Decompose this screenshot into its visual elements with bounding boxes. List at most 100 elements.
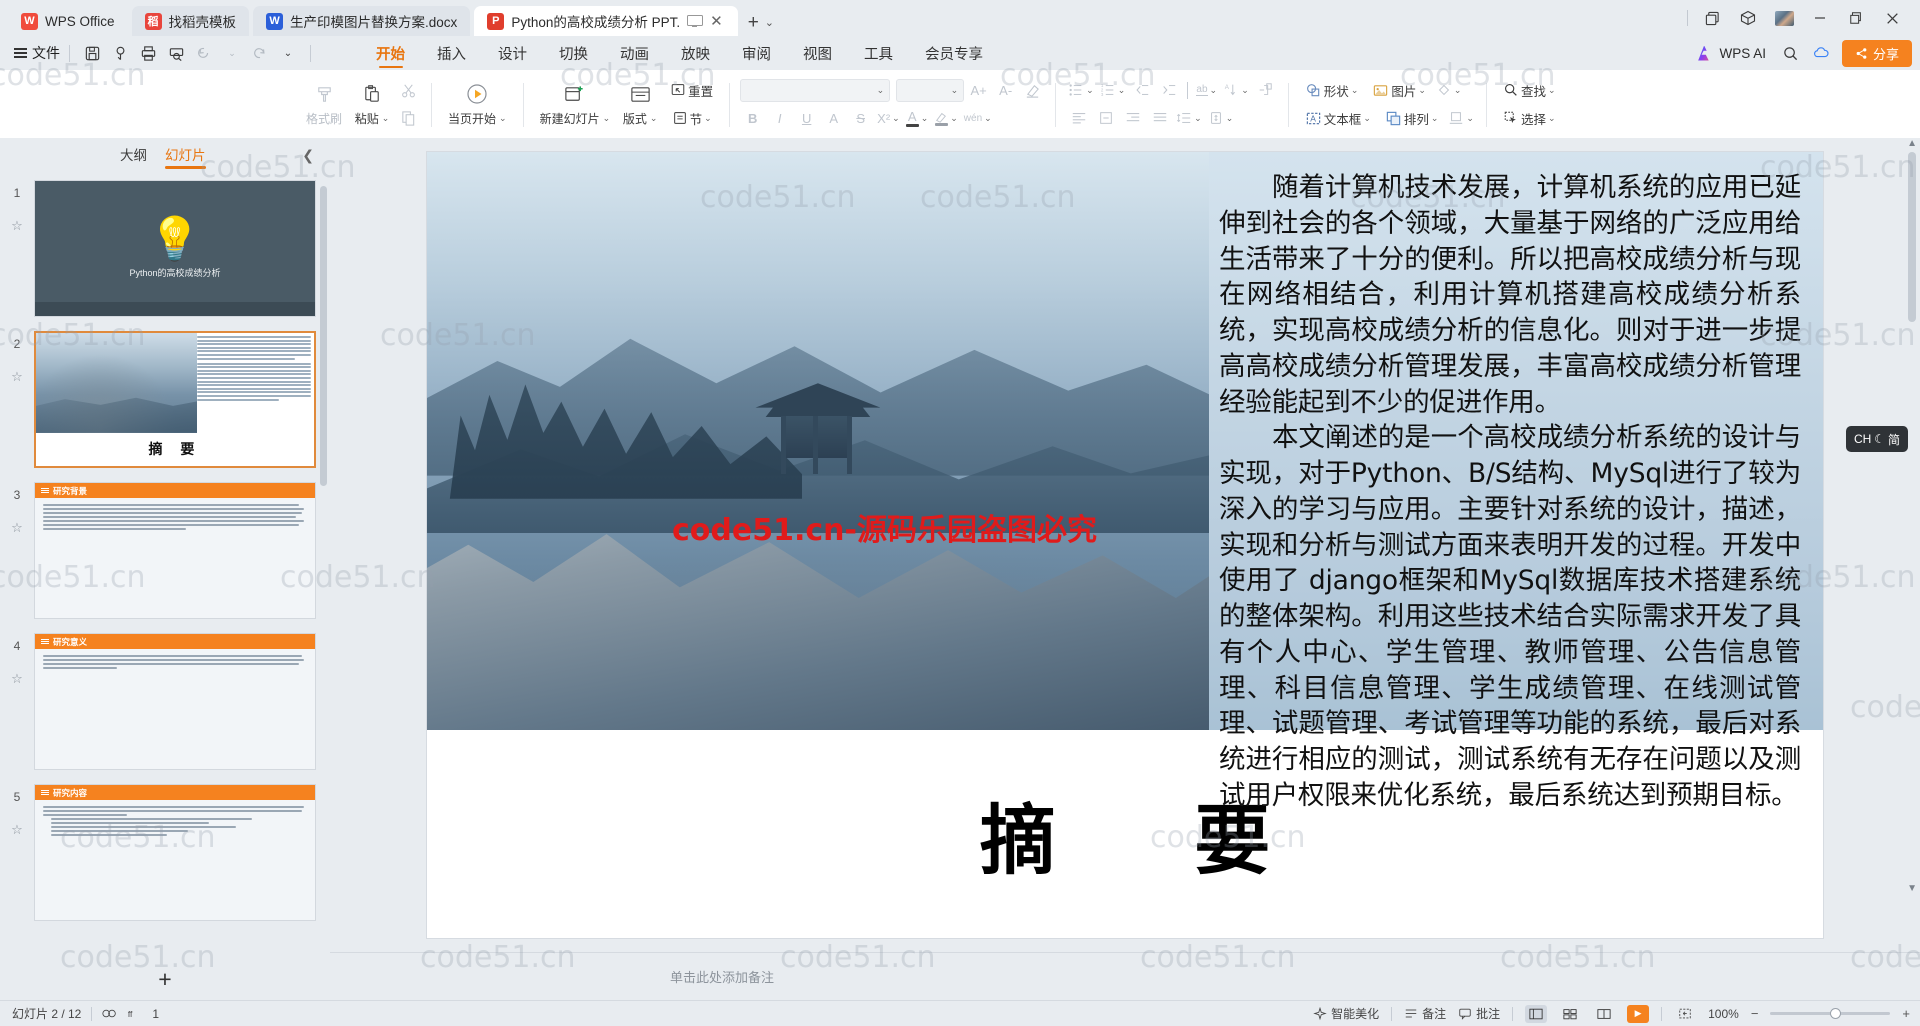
normal-view-icon[interactable] [1525, 1005, 1547, 1023]
grow-font-button[interactable]: A+ [966, 78, 991, 103]
increase-indent-button[interactable] [1156, 78, 1181, 103]
current-slide[interactable]: 随着计算机技术发展，计算机系统的应用已延伸到社会的各个领域，大量基于网络的广泛应… [427, 152, 1823, 938]
zoom-slider-handle[interactable] [1830, 1008, 1841, 1019]
tab-active-presentation[interactable]: P Python的高校成绩分析 PPT. ✕ [474, 6, 737, 36]
bullet-list-button[interactable]: ⌄ [1066, 78, 1096, 103]
text-shadow-button[interactable]: A [821, 106, 846, 131]
redo-icon[interactable] [247, 41, 273, 65]
cloud-sync-icon[interactable] [1808, 41, 1834, 65]
list-item[interactable]: 5 ☆ 研究内容 [0, 784, 330, 935]
shape-fill-button[interactable]: ⌄ [1434, 78, 1464, 103]
smartart-button[interactable] [1253, 78, 1278, 103]
ime-status-badge[interactable]: CH ☾ 简 [1846, 426, 1908, 452]
reset-button[interactable]: 重置 [664, 78, 719, 103]
text-direction-button[interactable]: ab⌄ [1194, 78, 1219, 103]
font-size-input[interactable]: ⌄ [896, 79, 964, 102]
zoom-in-button[interactable]: + [1902, 1006, 1910, 1021]
add-slide-button[interactable]: + [158, 966, 171, 993]
ribbon-tab-member[interactable]: 会员专享 [909, 36, 999, 70]
clear-format-button[interactable] [1020, 78, 1045, 103]
slide-thumbnail-5[interactable]: 研究内容 [34, 784, 316, 921]
new-tab-dropdown-icon[interactable]: ⌄ [765, 16, 774, 36]
slide-thumbnail-1[interactable]: 💡 Python的高校成绩分析 [34, 180, 316, 317]
select-button[interactable]: 选择⌄ [1497, 106, 1562, 131]
copy-button[interactable] [396, 106, 421, 131]
slide-text-pane[interactable]: 随着计算机技术发展，计算机系统的应用已延伸到社会的各个领域，大量基于网络的广泛应… [1209, 152, 1823, 730]
slide-thumbnail-3[interactable]: 研究背景 [34, 482, 316, 619]
star-icon[interactable]: ☆ [0, 822, 34, 838]
layout-button[interactable]: 版式⌄ [616, 74, 664, 134]
undo-dropdown-icon[interactable]: ⌄ [219, 41, 245, 65]
shapes-button[interactable]: 形状⌄ [1299, 78, 1365, 103]
font-color-button[interactable]: A⌄ [904, 106, 931, 131]
list-item[interactable]: 4 ☆ 研究意义 [0, 633, 330, 784]
ribbon-tab-transitions[interactable]: 切换 [543, 36, 604, 70]
star-icon[interactable]: ☆ [0, 369, 34, 385]
bold-button[interactable]: B [740, 106, 765, 131]
strikethrough-button[interactable]: S [848, 106, 873, 131]
star-icon[interactable]: ☆ [0, 671, 34, 687]
share-button[interactable]: 分享 [1842, 40, 1912, 67]
play-slideshow-icon[interactable]: ▶ [1627, 1005, 1649, 1023]
quick-access-more-icon[interactable]: ⌄ [275, 41, 301, 65]
align-right-button[interactable] [1120, 106, 1145, 131]
superscript-button[interactable]: X²⌄ [875, 106, 902, 131]
file-menu-button[interactable]: 文件 [14, 43, 60, 63]
slide-photo[interactable] [427, 152, 1209, 730]
line-spacing-button[interactable]: ⌄ [1174, 106, 1204, 131]
new-tab-button[interactable]: + [742, 13, 765, 36]
notes-pane[interactable]: 单击此处添加备注 [330, 952, 1920, 1000]
wps-ai-button[interactable]: WPS AI [1688, 40, 1774, 66]
slide-thumbnail-4[interactable]: 研究意义 [34, 633, 316, 770]
ribbon-tab-home[interactable]: 开始 [360, 36, 421, 70]
tab-wps-office-home[interactable]: W WPS Office [8, 6, 128, 36]
slide-thumbnail-2[interactable]: 摘 要 [34, 331, 316, 468]
ribbon-tab-review[interactable]: 审阅 [726, 36, 787, 70]
find-button[interactable]: 查找⌄ [1497, 78, 1562, 103]
close-tab-icon[interactable]: ✕ [708, 14, 725, 29]
align-left-button[interactable] [1066, 106, 1091, 131]
tab-docer-templates[interactable]: 稻 找稻壳模板 [132, 6, 250, 36]
align-objects-button[interactable]: ⌄ [1446, 106, 1476, 131]
language-icon[interactable] [102, 1007, 117, 1020]
highlight-button[interactable]: ⌄ [932, 106, 960, 131]
restore-icon[interactable] [1838, 3, 1874, 33]
zoom-out-button[interactable]: − [1751, 1006, 1759, 1021]
textbox-button[interactable]: A 文本框⌄ [1299, 106, 1377, 131]
notes-toggle-button[interactable]: 备注 [1404, 1005, 1446, 1022]
close-icon[interactable] [1874, 3, 1910, 33]
slide-panel-scrollbar[interactable] [320, 186, 327, 486]
scroll-up-arrow[interactable]: ▲ [1907, 138, 1917, 149]
list-item[interactable]: 2 ☆ 摘 要 [0, 331, 330, 482]
ribbon-tab-design[interactable]: 设计 [482, 36, 543, 70]
list-item[interactable]: 3 ☆ 研究背景 [0, 482, 330, 633]
list-item[interactable]: 1 ☆ 💡 Python的高校成绩分析 [0, 180, 330, 331]
decrease-indent-button[interactable] [1129, 78, 1154, 103]
star-icon[interactable]: ☆ [0, 218, 34, 234]
ribbon-tab-insert[interactable]: 插入 [421, 36, 482, 70]
copy-window-icon[interactable] [1694, 3, 1730, 33]
picture-button[interactable]: 图片⌄ [1366, 78, 1432, 103]
save-icon[interactable] [79, 41, 105, 65]
tab-word-document[interactable]: W 生产印模图片替换方案.docx [253, 6, 470, 36]
ribbon-tab-tools[interactable]: 工具 [848, 36, 909, 70]
align-center-button[interactable] [1093, 106, 1118, 131]
comments-toggle-button[interactable]: 批注 [1458, 1005, 1500, 1022]
font-name-input[interactable]: ⌄ [740, 79, 890, 102]
slide-thumbnail-list[interactable]: 1 ☆ 💡 Python的高校成绩分析 2 ☆ [0, 172, 330, 958]
ribbon-tab-slideshow[interactable]: 放映 [665, 36, 726, 70]
ribbon-tab-view[interactable]: 视图 [787, 36, 848, 70]
shrink-font-button[interactable]: A- [993, 78, 1018, 103]
vertical-align-button[interactable]: ⌄ [1206, 106, 1236, 131]
print-icon[interactable] [135, 41, 161, 65]
tab-outline[interactable]: 大纲 [120, 144, 147, 167]
fit-to-window-icon[interactable] [1674, 1005, 1696, 1023]
format-painter-button[interactable]: 格式刷 [300, 74, 348, 134]
reading-view-icon[interactable] [1593, 1005, 1615, 1023]
star-icon[interactable]: ☆ [0, 520, 34, 536]
print-preview-icon[interactable] [163, 41, 189, 65]
tab-slides[interactable]: 幻灯片 [165, 144, 206, 167]
paste-button[interactable]: 粘贴⌄ [348, 74, 396, 134]
justify-button[interactable] [1147, 106, 1172, 131]
spellcheck-icon[interactable]: ff [127, 1007, 142, 1020]
